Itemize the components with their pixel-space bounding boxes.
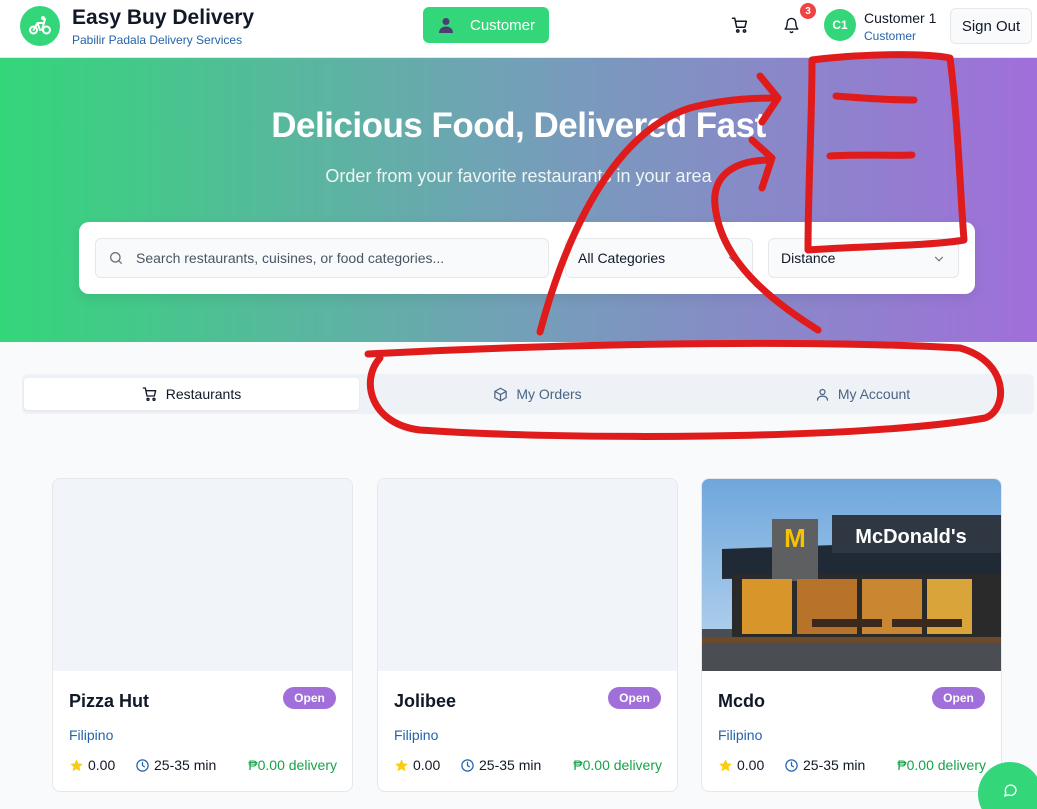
restaurant-card[interactable]: Pizza Hut Open Filipino 0.00 25-35 min ₱…	[52, 478, 353, 792]
brand-title: Easy Buy Delivery	[72, 6, 255, 29]
status-badge: Open	[283, 687, 336, 709]
user-icon	[816, 388, 828, 401]
hero-subtitle: Order from your favorite restaurants in …	[325, 166, 712, 186]
delivery-fee: ₱0.00 delivery	[573, 757, 662, 773]
distance-select-value: Distance	[781, 250, 836, 266]
brand-subtitle: Pabilir Padala Delivery Services	[72, 33, 243, 47]
notification-badge: 3	[800, 3, 816, 19]
restaurant-name: Pizza Hut	[69, 691, 150, 711]
mcdonalds-sign: McDonald's	[855, 526, 966, 548]
logo[interactable]	[20, 6, 60, 46]
restaurant-meta: 0.00 25-35 min ₱0.00 delivery	[69, 757, 337, 777]
restaurant-cuisine: Filipino	[718, 727, 763, 743]
delivery-time-value: 25-35 min	[803, 757, 866, 773]
tab-my-account[interactable]: My Account	[695, 378, 1030, 410]
main-tabs: Restaurants My Orders My Account	[22, 374, 1034, 414]
person-icon	[437, 17, 455, 33]
restaurant-rating: 0.00	[394, 757, 440, 773]
sign-out-button[interactable]: Sign Out	[950, 8, 1032, 44]
delivery-time-value: 25-35 min	[479, 757, 542, 773]
customer-role-button[interactable]: Customer	[423, 7, 549, 43]
chat-icon	[1004, 784, 1017, 797]
restaurant-name: Jolibee	[394, 691, 457, 711]
rating-value: 0.00	[737, 757, 765, 773]
restaurant-card[interactable]: Jolibee Open Filipino 0.00 25-35 min ₱0.…	[377, 478, 678, 792]
chevron-down-icon	[932, 252, 946, 266]
status-badge: Open	[932, 687, 985, 709]
star-icon	[395, 758, 408, 771]
hero-banner: Delicious Food, Delivered Fast Order fro…	[0, 58, 1037, 342]
search-panel: All Categories Distance	[79, 222, 975, 294]
clock-icon	[785, 758, 798, 772]
restaurant-card[interactable]: M McDonald's Mcdo Open Filipino 0.00 25-…	[701, 478, 1002, 792]
hero-title: Delicious Food, Delivered Fast	[271, 106, 766, 145]
delivery-time: 25-35 min	[784, 757, 865, 773]
delivery-time: 25-35 min	[460, 757, 541, 773]
svg-text:M: M	[784, 523, 806, 553]
rating-value: 0.00	[413, 757, 441, 773]
status-badge: Open	[608, 687, 661, 709]
clock-icon	[136, 758, 149, 772]
restaurant-image-placeholder	[53, 479, 352, 671]
delivery-fee: ₱0.00 delivery	[897, 757, 986, 773]
search-box	[95, 238, 549, 278]
delivery-time-value: 25-35 min	[154, 757, 217, 773]
delivery-time: 25-35 min	[135, 757, 216, 773]
bicycle-icon	[29, 16, 51, 35]
chevron-down-icon	[726, 252, 740, 266]
restaurant-rating: 0.00	[69, 757, 115, 773]
cart-icon	[731, 17, 748, 33]
star-icon	[70, 758, 83, 771]
rating-value: 0.00	[88, 757, 116, 773]
restaurant-rating: 0.00	[718, 757, 764, 773]
package-icon	[494, 387, 508, 401]
role-button-label: Customer	[470, 16, 536, 34]
restaurant-meta: 0.00 25-35 min ₱0.00 delivery	[394, 757, 662, 777]
cart-button[interactable]	[728, 13, 752, 37]
top-header: Easy Buy Delivery Pabilir Padala Deliver…	[0, 0, 1037, 58]
cart-icon	[142, 387, 157, 401]
restaurant-meta: 0.00 25-35 min ₱0.00 delivery	[718, 757, 986, 777]
bell-icon	[783, 17, 799, 33]
user-role: Customer	[864, 29, 917, 43]
restaurant-cuisine: Filipino	[394, 727, 439, 743]
tab-my-account-label: My Account	[837, 386, 911, 402]
mcdonalds-storefront-photo: M McDonald's	[702, 479, 1001, 671]
category-select-value: All Categories	[578, 250, 666, 266]
tab-my-orders[interactable]: My Orders	[370, 378, 705, 410]
tab-my-orders-label: My Orders	[516, 386, 582, 402]
user-name: Customer 1	[864, 10, 937, 26]
restaurant-name: Mcdo	[718, 691, 765, 711]
distance-select[interactable]: Distance	[768, 238, 959, 278]
tab-restaurants[interactable]: Restaurants	[24, 378, 359, 410]
clock-icon	[461, 758, 474, 772]
tab-restaurants-label: Restaurants	[165, 386, 242, 402]
search-icon	[108, 250, 124, 266]
search-input[interactable]	[136, 250, 536, 266]
category-select[interactable]: All Categories	[565, 238, 753, 278]
star-icon	[719, 758, 732, 771]
restaurant-image-placeholder	[378, 479, 677, 671]
avatar[interactable]: C1	[824, 9, 856, 41]
delivery-fee: ₱0.00 delivery	[248, 757, 337, 773]
restaurant-cuisine: Filipino	[69, 727, 114, 743]
notifications-button[interactable]	[779, 13, 803, 37]
